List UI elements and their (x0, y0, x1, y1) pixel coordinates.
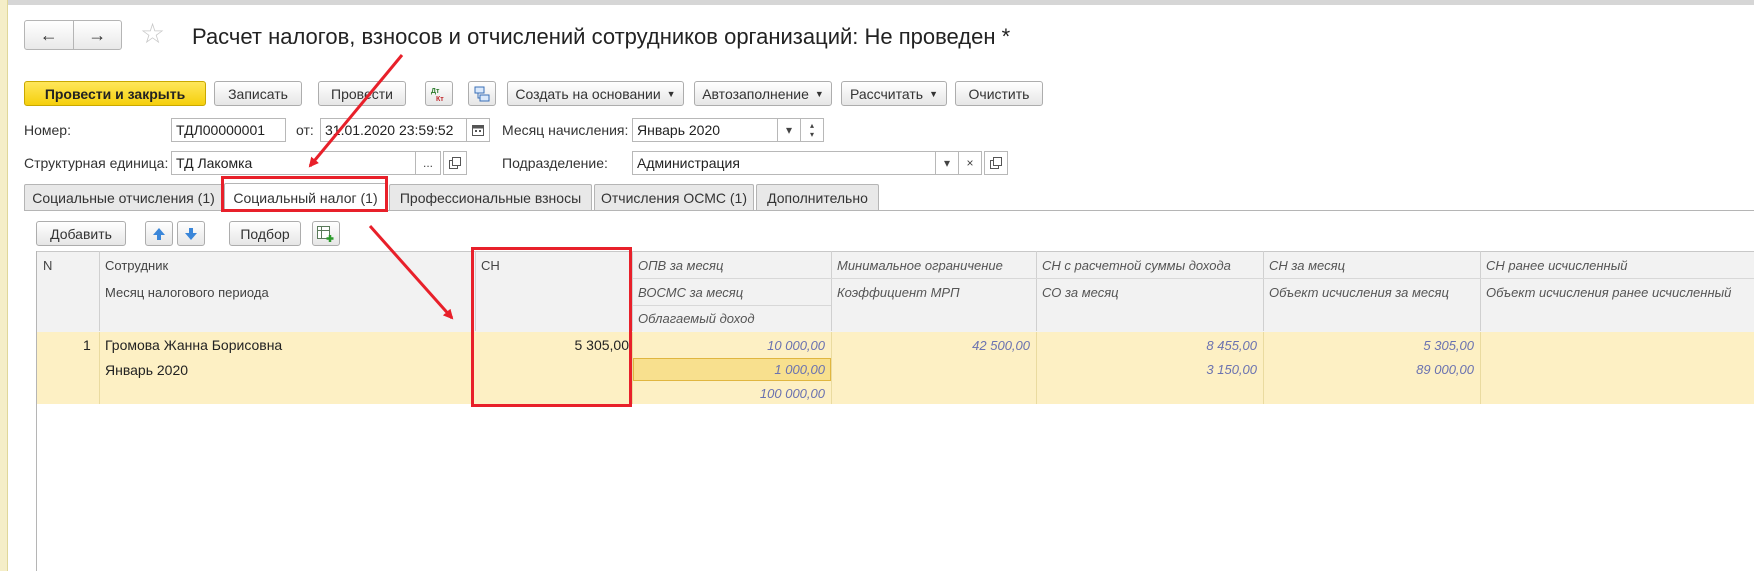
stepper-up-icon[interactable]: ▴ (810, 121, 814, 130)
create-based-on-label: Создать на основании (515, 85, 661, 102)
structure-icon[interactable] (468, 81, 496, 106)
vosms-value[interactable]: 1 000,00 (635, 362, 825, 377)
tab-social-contributions[interactable]: Социальные отчисления (1) (24, 184, 223, 211)
add-button[interactable]: Добавить (36, 221, 126, 246)
month-dropdown-icon[interactable]: ▾ (777, 118, 801, 142)
number-label: Номер: (24, 122, 71, 138)
clear-button[interactable]: Очистить (955, 81, 1043, 106)
opv-value[interactable]: 10 000,00 (635, 338, 825, 353)
column-divider (1036, 332, 1037, 404)
fill-table-icon[interactable] (312, 221, 340, 246)
left-panel-accent (0, 0, 8, 571)
stepper-down-icon[interactable]: ▾ (810, 130, 814, 139)
autofill-dropdown[interactable]: Автозаполнение ▼ (694, 81, 832, 106)
column-divider (831, 251, 832, 331)
structural-unit-label: Структурная единица: (24, 155, 169, 171)
calendar-icon[interactable] (466, 118, 490, 142)
header-row-divider (633, 305, 831, 306)
tab-additional[interactable]: Дополнительно (756, 184, 879, 211)
sn-month-value[interactable]: 5 305,00 (1266, 338, 1474, 353)
tab-professional-contributions[interactable]: Профессиональные взносы (389, 184, 592, 211)
department-label: Подразделение: (502, 155, 608, 171)
page-title: Расчет налогов, взносов и отчислений сот… (192, 24, 1011, 49)
col-base-month-header[interactable]: Объект исчисления за месяц (1269, 285, 1449, 300)
column-divider (99, 332, 100, 404)
forward-arrow-icon[interactable]: → (72, 21, 122, 49)
department-clear-icon[interactable]: × (958, 151, 982, 175)
column-divider (1036, 251, 1037, 331)
social-tax-table: N Сотрудник Месяц налогового периода СН … (36, 251, 1754, 571)
back-arrow-icon[interactable]: ← (25, 21, 73, 49)
move-up-icon[interactable] (145, 221, 173, 246)
col-taxable-income-header[interactable]: Облагаемый доход (638, 311, 755, 326)
date-field[interactable]: 31.01.2020 23:59:52 (320, 118, 468, 142)
post-and-close-button[interactable]: Провести и закрыть (24, 81, 206, 106)
col-sn-prev-header[interactable]: СН ранее исчисленный (1486, 258, 1628, 273)
svg-text:Дт: Дт (431, 88, 440, 95)
calculate-label: Рассчитать (850, 85, 924, 102)
caret-down-icon: ▼ (929, 88, 938, 99)
create-based-on-dropdown[interactable]: Создать на основании ▼ (507, 81, 684, 106)
calculate-dropdown[interactable]: Рассчитать ▼ (841, 81, 947, 106)
employee-name[interactable]: Громова Жанна Борисовна (105, 337, 282, 353)
unit-select-button[interactable]: ... (415, 151, 441, 175)
arrow-to-tab (308, 54, 404, 168)
highlight-social-tax-tab (221, 176, 388, 212)
pick-button[interactable]: Подбор (229, 221, 301, 246)
col-so-month-header[interactable]: СО за месяц (1042, 285, 1119, 300)
base-month-value[interactable]: 89 000,00 (1266, 362, 1474, 377)
col-tax-period-header[interactable]: Месяц налогового периода (105, 285, 269, 300)
min-limit-value[interactable]: 42 500,00 (834, 338, 1030, 353)
department-dropdown-icon[interactable]: ▾ (935, 151, 959, 175)
column-divider (99, 251, 100, 331)
date-from-label: от: (296, 122, 314, 138)
col-sn-month-header[interactable]: СН за месяц (1269, 258, 1345, 273)
caret-down-icon: ▼ (814, 88, 824, 99)
column-divider (632, 251, 633, 331)
col-opv-header[interactable]: ОПВ за месяц (638, 258, 723, 273)
svg-text:Кт: Кт (436, 96, 444, 102)
col-base-prev-header[interactable]: Объект исчисления ранее исчисленный (1486, 285, 1731, 300)
dt-kt-icon[interactable]: Дт Кт (425, 81, 453, 106)
post-button[interactable]: Провести (318, 81, 406, 106)
save-button[interactable]: Записать (214, 81, 302, 106)
window-top-strip (0, 0, 1754, 5)
column-divider (1263, 251, 1264, 331)
col-mrp-coef-header[interactable]: Коэффициент МРП (837, 285, 960, 300)
col-employee-header[interactable]: Сотрудник (105, 258, 168, 273)
sn-calc-value[interactable]: 8 455,00 (1039, 338, 1257, 353)
accrual-month-field[interactable]: Январь 2020 (632, 118, 778, 142)
col-vosms-header[interactable]: ВОСМС за месяц (638, 285, 743, 300)
column-divider (1480, 332, 1481, 404)
department-field[interactable]: Администрация (632, 151, 936, 175)
header-row-divider (633, 278, 1754, 279)
history-nav: ← → (24, 20, 122, 50)
open-unit-icon[interactable] (443, 151, 467, 175)
col-n-header[interactable]: N (43, 258, 52, 273)
column-divider (831, 332, 832, 404)
col-min-limit-header[interactable]: Минимальное ограничение (837, 258, 1003, 273)
caret-down-icon: ▼ (666, 88, 676, 99)
move-down-icon[interactable] (177, 221, 205, 246)
row-number: 1 (83, 337, 91, 353)
col-sn-calc-header[interactable]: СН с расчетной суммы дохода (1042, 258, 1231, 273)
structural-unit-field[interactable]: ТД Лакомка (171, 151, 416, 175)
column-divider (1480, 251, 1481, 331)
favorite-star-icon[interactable]: ☆ (140, 20, 165, 48)
column-divider (1263, 332, 1264, 404)
taxable-income-value[interactable]: 100 000,00 (635, 386, 825, 401)
number-field[interactable]: ТДЛ00000001 (171, 118, 286, 142)
month-stepper[interactable]: ▴ ▾ (800, 118, 824, 142)
open-department-icon[interactable] (984, 151, 1008, 175)
tab-osms-deductions[interactable]: Отчисления ОСМС (1) (594, 184, 754, 211)
highlight-sn-column (471, 247, 632, 407)
so-month-value[interactable]: 3 150,00 (1039, 362, 1257, 377)
tax-period-month[interactable]: Январь 2020 (105, 362, 188, 378)
accrual-month-label: Месяц начисления: (502, 122, 629, 138)
autofill-label: Автозаполнение (702, 85, 809, 102)
